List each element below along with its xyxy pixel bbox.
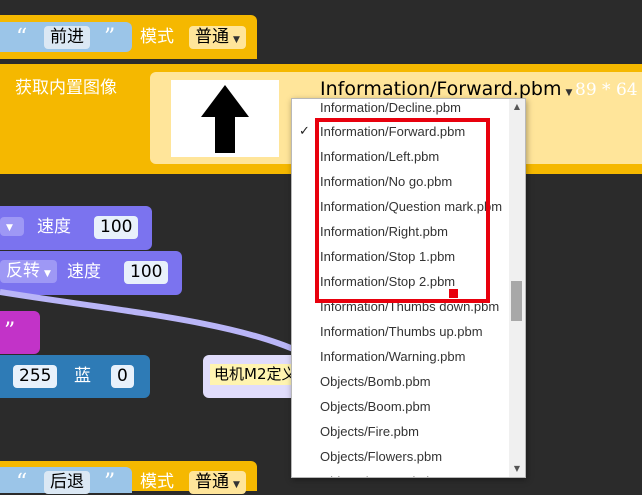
forward-arrow-icon	[201, 85, 249, 153]
speed-label-1: 速度	[37, 217, 71, 237]
mode-label-bottom: 模式	[140, 472, 174, 492]
selected-image-name: Information/Forward.pbm	[320, 78, 562, 100]
open-quote-bottom: “	[16, 470, 28, 495]
highlight-box	[315, 118, 490, 303]
motor-comment-text[interactable]: 电机M2定义	[210, 364, 301, 385]
close-quote: ”	[104, 25, 116, 50]
mode-dropdown-bottom[interactable]: 普通 ▼	[189, 471, 246, 494]
text-close-quote: ”	[4, 319, 16, 344]
chevron-down-icon: ▼	[565, 88, 573, 98]
scroll-thumb[interactable]	[511, 281, 522, 321]
blue-value-input[interactable]: 0	[111, 365, 134, 388]
blue-label: 蓝	[74, 366, 91, 386]
scroll-down-arrow-icon[interactable]: ▼	[509, 461, 525, 477]
mode-label: 模式	[140, 27, 174, 47]
dropdown-item[interactable]: Information/Thumbs up.pbm	[320, 319, 483, 344]
dropdown-item[interactable]: Objects/Bomb.pbm	[320, 369, 431, 394]
color-value-input[interactable]: 255	[13, 365, 58, 388]
motor-dir-dropdown-1[interactable]: ▼	[0, 217, 24, 236]
chevron-down-icon: ▼	[233, 480, 240, 490]
dropdown-item[interactable]: Objects/Forward.pbm	[320, 469, 444, 477]
mode-value-bottom: 普通	[195, 472, 229, 492]
speed-input-1[interactable]: 100	[94, 216, 139, 239]
selected-check-icon: ✓	[299, 124, 310, 139]
scroll-up-arrow-icon[interactable]: ▲	[509, 99, 525, 115]
dropdown-item[interactable]: Information/Warning.pbm	[320, 344, 465, 369]
chevron-down-icon: ▼	[233, 35, 240, 45]
direction-text-forward[interactable]: 前进	[44, 26, 90, 49]
chevron-down-icon: ▼	[6, 223, 13, 233]
open-quote: “	[16, 25, 28, 50]
dropdown-item[interactable]: Objects/Flowers.pbm	[320, 444, 442, 469]
dropdown-item[interactable]: Objects/Fire.pbm	[320, 419, 419, 444]
mode-value: 普通	[195, 27, 229, 47]
image-block-label: 获取内置图像	[15, 78, 117, 98]
direction-text-backward[interactable]: 后退	[44, 471, 90, 494]
image-size-text: 89 * 64	[575, 80, 638, 100]
image-preview	[171, 80, 279, 157]
dropdown-item[interactable]: Objects/Boom.pbm	[320, 394, 431, 419]
close-quote-bottom: ”	[104, 470, 116, 495]
red-marker	[449, 289, 458, 298]
mode-dropdown[interactable]: 普通 ▼	[189, 26, 246, 49]
dropdown-item[interactable]: Information/Decline.pbm	[320, 99, 461, 120]
